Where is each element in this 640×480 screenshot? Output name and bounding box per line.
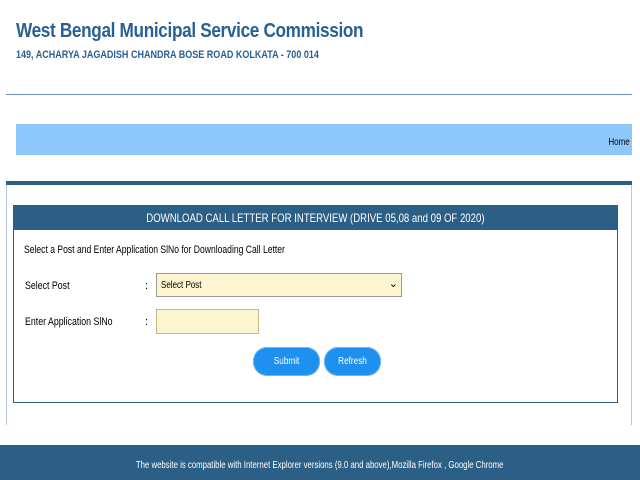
instruction-text: Select a Post and Enter Application SlNo… [24,244,285,256]
panel-title-bar: DOWNLOAD CALL LETTER FOR INTERVIEW (DRIV… [14,206,617,230]
site-title: West Bengal Municipal Service Commission [16,20,364,42]
refresh-button[interactable]: Refresh [324,347,381,376]
content-right-border [631,185,632,425]
submit-button[interactable]: Submit [253,347,320,376]
call-letter-panel: DOWNLOAD CALL LETTER FOR INTERVIEW (DRIV… [13,205,618,403]
footer: The website is compatible with Internet … [0,445,640,480]
refresh-button-label: Refresh [338,356,367,367]
select-post-colon: : [145,280,149,292]
home-link[interactable]: Home [609,137,630,148]
application-number-label: Enter Application SlNo [25,316,113,328]
submit-button-label: Submit [273,356,300,367]
application-number-input[interactable] [156,309,259,334]
header-divider [6,94,632,95]
content-top-border [6,181,632,185]
site-address: 149, ACHARYA JAGADISH CHANDRA BOSE ROAD … [16,49,319,61]
nav-bar: Home [16,124,632,155]
footer-text: The website is compatible with Internet … [136,460,504,471]
browser-compatibility-note: The website is compatible with Internet … [0,460,640,471]
post-select[interactable]: Select Post ⌄ [156,273,402,297]
content-left-border [6,185,7,425]
chevron-down-icon: ⌄ [388,278,398,290]
post-select-value: Select Post [161,280,202,291]
panel-title: DOWNLOAD CALL LETTER FOR INTERVIEW (DRIV… [146,211,485,225]
application-number-colon: : [145,316,149,328]
select-post-label: Select Post [25,280,70,292]
